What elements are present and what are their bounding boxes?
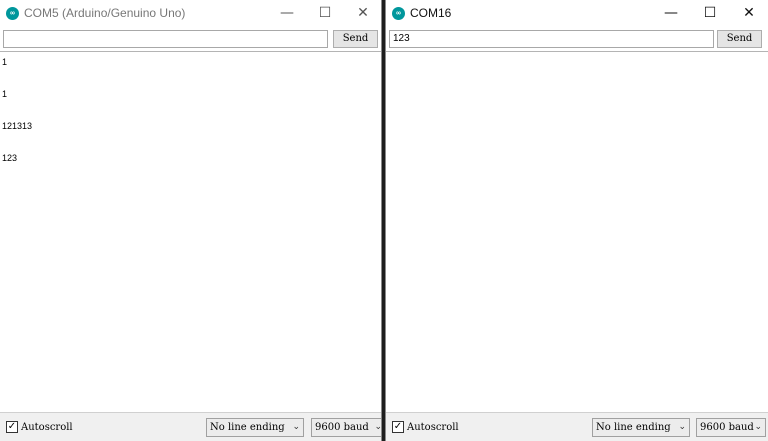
maximize-icon[interactable]: ☐ xyxy=(691,0,729,27)
serial-input[interactable]: 123 xyxy=(389,30,714,48)
status-bar: ✓ Autoscroll No line ending ⌄ 9600 baud … xyxy=(386,412,768,441)
serial-output[interactable]: 1 1 121313 123 xyxy=(0,51,381,412)
baud-rate-select[interactable]: 9600 baud ⌄ xyxy=(311,418,382,437)
window-title: COM5 (Arduino/Genuino Uno) xyxy=(24,6,186,20)
arduino-icon: ∞ xyxy=(392,7,405,20)
line-ending-select[interactable]: No line ending ⌄ xyxy=(592,418,690,437)
chevron-down-icon: ⌄ xyxy=(292,422,300,432)
output-line: 1 xyxy=(2,57,8,67)
send-bar: 123 Send xyxy=(386,27,768,51)
minimize-icon[interactable]: — xyxy=(268,0,306,27)
line-ending-select[interactable]: No line ending ⌄ xyxy=(206,418,304,437)
line-ending-value: No line ending xyxy=(596,422,671,433)
line-ending-value: No line ending xyxy=(210,422,285,433)
serial-output[interactable] xyxy=(386,51,768,412)
autoscroll-label: Autoscroll xyxy=(407,422,459,433)
chevron-down-icon: ⌄ xyxy=(754,422,762,432)
chevron-down-icon: ⌄ xyxy=(678,422,686,432)
minimize-icon[interactable]: — xyxy=(652,0,690,27)
serial-monitor-com5-window: ∞ COM5 (Arduino/Genuino Uno) — ☐ ✕ Send … xyxy=(0,0,382,441)
baud-rate-value: 9600 baud xyxy=(700,422,754,433)
window-title: COM16 xyxy=(410,6,452,20)
maximize-icon[interactable]: ☐ xyxy=(306,0,344,27)
close-icon[interactable]: ✕ xyxy=(344,0,381,27)
baud-rate-select[interactable]: 9600 baud ⌄ xyxy=(696,418,766,437)
send-button[interactable]: Send xyxy=(717,30,762,48)
chevron-down-icon: ⌄ xyxy=(374,422,382,432)
serial-monitor-com16-window: ∞ COM16 — ☐ ✕ 123 Send ✓ Autoscroll No l… xyxy=(385,0,768,441)
arduino-icon: ∞ xyxy=(6,7,19,20)
autoscroll-checkbox[interactable]: ✓ xyxy=(392,421,404,433)
status-bar: ✓ Autoscroll No line ending ⌄ 9600 baud … xyxy=(0,412,381,441)
title-bar[interactable]: ∞ COM16 — ☐ ✕ xyxy=(386,0,768,27)
baud-rate-value: 9600 baud xyxy=(315,422,369,433)
output-line: 1 xyxy=(2,89,8,99)
send-bar: Send xyxy=(0,27,381,51)
autoscroll-label: Autoscroll xyxy=(21,422,73,433)
close-icon[interactable]: ✕ xyxy=(730,0,768,27)
autoscroll-checkbox[interactable]: ✓ xyxy=(6,421,18,433)
serial-input[interactable] xyxy=(3,30,328,48)
send-button[interactable]: Send xyxy=(333,30,378,48)
output-line: 121313 xyxy=(2,121,33,131)
title-bar[interactable]: ∞ COM5 (Arduino/Genuino Uno) — ☐ ✕ xyxy=(0,0,381,27)
output-line: 123 xyxy=(2,153,18,163)
